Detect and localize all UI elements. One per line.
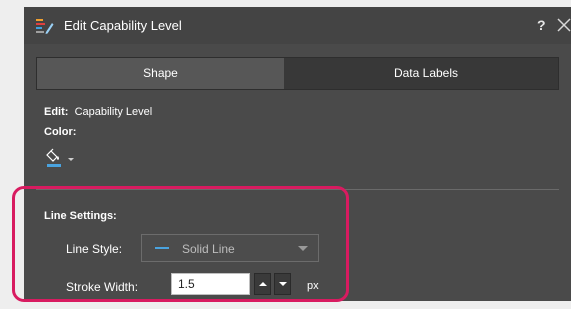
tab-strip: Shape Data Labels	[36, 57, 559, 90]
stroke-width-unit: px	[307, 280, 319, 292]
line-settings-header: Line Settings:	[44, 210, 117, 222]
line-style-swatch	[155, 247, 169, 249]
edit-prefix: Edit:	[44, 106, 69, 118]
chevron-down-icon	[298, 246, 308, 251]
edit-target-line: Edit: Capability Level	[44, 106, 152, 118]
paint-bucket-icon	[46, 148, 59, 162]
chart-edit-icon	[36, 19, 54, 34]
edit-target: Capability Level	[74, 106, 153, 118]
line-style-label: Line Style:	[66, 242, 123, 256]
stroke-width-increment-button[interactable]	[254, 273, 271, 295]
tab-data-labels[interactable]: Data Labels	[294, 58, 558, 89]
line-style-dropdown[interactable]: Solid Line	[141, 234, 319, 262]
chevron-down-icon	[68, 158, 74, 161]
divider	[36, 189, 559, 190]
color-picker-button[interactable]	[46, 147, 86, 169]
help-button[interactable]: ?	[537, 17, 546, 33]
edit-capability-level-dialog: Edit Capability Level ? Shape Data Label…	[24, 7, 571, 301]
close-icon[interactable]	[557, 18, 571, 32]
stroke-width-decrement-button[interactable]	[274, 273, 291, 295]
color-label: Color:	[44, 126, 77, 138]
dialog-title: Edit Capability Level	[64, 18, 182, 33]
stroke-width-input[interactable]	[171, 273, 250, 295]
title-bar: Edit Capability Level ?	[24, 7, 571, 44]
tab-shape[interactable]: Shape	[37, 58, 284, 89]
line-style-value: Solid Line	[182, 242, 235, 256]
stroke-width-label: Stroke Width:	[66, 280, 139, 294]
